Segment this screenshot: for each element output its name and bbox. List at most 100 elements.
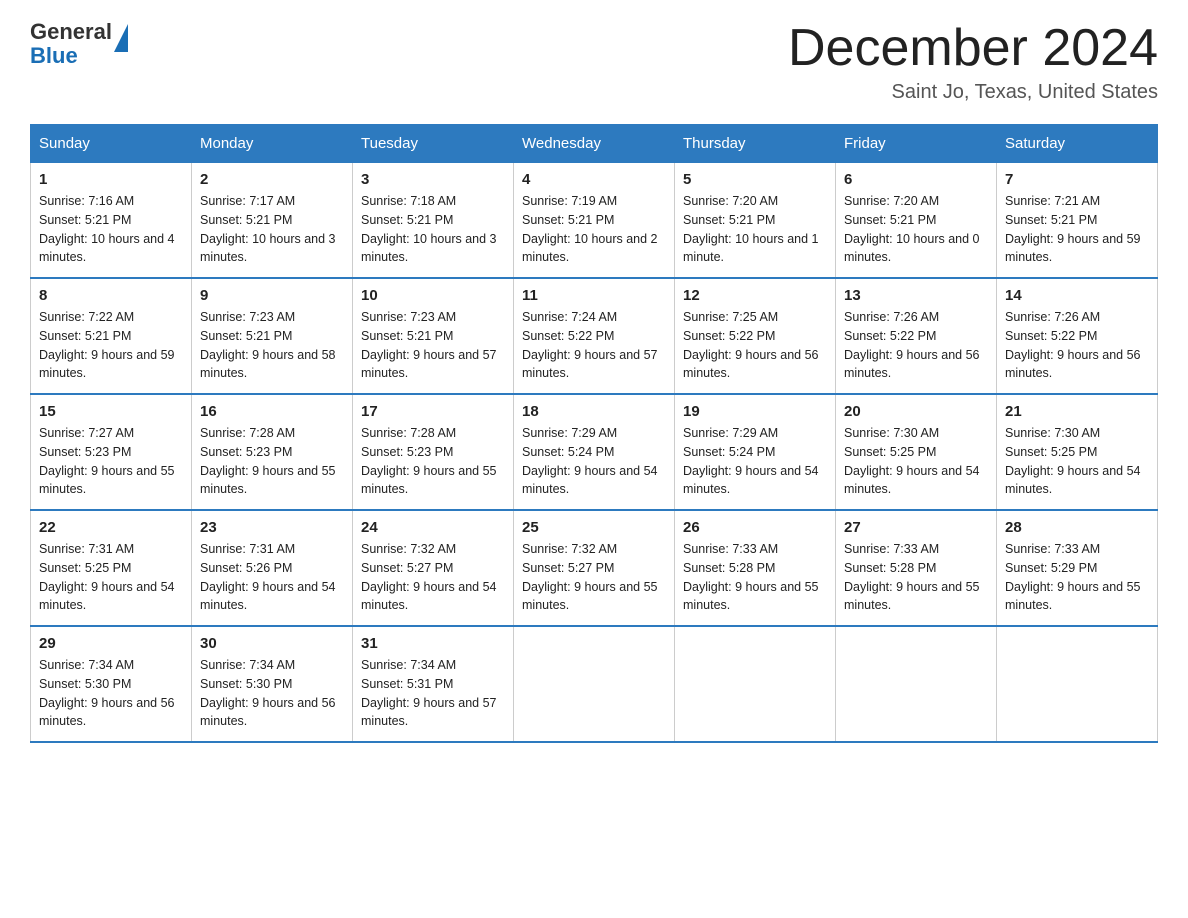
calendar-cell [675, 626, 836, 742]
day-info: Sunrise: 7:28 AMSunset: 5:23 PMDaylight:… [200, 424, 344, 499]
header-friday: Friday [836, 125, 997, 163]
header-wednesday: Wednesday [514, 125, 675, 163]
calendar-body: 1Sunrise: 7:16 AMSunset: 5:21 PMDaylight… [31, 163, 1158, 743]
week-row-1: 1Sunrise: 7:16 AMSunset: 5:21 PMDaylight… [31, 163, 1158, 279]
header-tuesday: Tuesday [353, 125, 514, 163]
week-row-5: 29 Sunrise: 7:34 AMSunset: 5:30 PMDayligh… [31, 626, 1158, 742]
calendar-cell: 23 Sunrise: 7:31 AMSunset: 5:26 PMDayligh… [192, 510, 353, 626]
calendar-cell: 4 Sunrise: 7:19 AMSunset: 5:21 PMDaylight… [514, 163, 675, 279]
calendar-cell: 10 Sunrise: 7:23 AMSunset: 5:21 PMDayligh… [353, 278, 514, 394]
day-info: Sunrise: 7:29 AMSunset: 5:24 PMDaylight:… [683, 424, 827, 499]
calendar-cell: 2 Sunrise: 7:17 AMSunset: 5:21 PMDaylight… [192, 163, 353, 279]
calendar-table: SundayMondayTuesdayWednesdayThursdayFrid… [30, 124, 1158, 743]
calendar-cell: 15Sunrise: 7:27 AMSunset: 5:23 PMDayligh… [31, 394, 192, 510]
day-info: Sunrise: 7:29 AMSunset: 5:24 PMDaylight:… [522, 424, 666, 499]
day-info: Sunrise: 7:18 AMSunset: 5:21 PMDaylight:… [361, 192, 505, 267]
day-info: Sunrise: 7:24 AMSunset: 5:22 PMDaylight:… [522, 308, 666, 383]
day-number: 20 [844, 403, 988, 420]
day-info: Sunrise: 7:33 AMSunset: 5:29 PMDaylight:… [1005, 540, 1149, 615]
calendar-cell: 1Sunrise: 7:16 AMSunset: 5:21 PMDaylight… [31, 163, 192, 279]
day-number: 27 [844, 519, 988, 536]
week-row-2: 8 Sunrise: 7:22 AMSunset: 5:21 PMDaylight… [31, 278, 1158, 394]
calendar-cell: 25Sunrise: 7:32 AMSunset: 5:27 PMDayligh… [514, 510, 675, 626]
calendar-cell: 31 Sunrise: 7:34 AMSunset: 5:31 PMDayligh… [353, 626, 514, 742]
calendar-cell: 22 Sunrise: 7:31 AMSunset: 5:25 PMDayligh… [31, 510, 192, 626]
calendar-cell: 27 Sunrise: 7:33 AMSunset: 5:28 PMDayligh… [836, 510, 997, 626]
day-number: 18 [522, 403, 666, 420]
day-number: 12 [683, 287, 827, 304]
day-number: 5 [683, 171, 827, 188]
day-info: Sunrise: 7:34 AMSunset: 5:30 PMDaylight:… [200, 656, 344, 731]
day-info: Sunrise: 7:28 AMSunset: 5:23 PMDaylight:… [361, 424, 505, 499]
day-number: 29 [39, 635, 183, 652]
calendar-cell: 8 Sunrise: 7:22 AMSunset: 5:21 PMDaylight… [31, 278, 192, 394]
day-info: Sunrise: 7:34 AMSunset: 5:30 PMDaylight:… [39, 656, 183, 731]
calendar-cell: 21 Sunrise: 7:30 AMSunset: 5:25 PMDayligh… [997, 394, 1158, 510]
calendar-cell: 6 Sunrise: 7:20 AMSunset: 5:21 PMDaylight… [836, 163, 997, 279]
logo-general-text: General [30, 20, 112, 44]
calendar-cell: 12Sunrise: 7:25 AMSunset: 5:22 PMDayligh… [675, 278, 836, 394]
day-number: 4 [522, 171, 666, 188]
calendar-cell: 16Sunrise: 7:28 AMSunset: 5:23 PMDayligh… [192, 394, 353, 510]
day-number: 19 [683, 403, 827, 420]
day-number: 13 [844, 287, 988, 304]
day-info: Sunrise: 7:17 AMSunset: 5:21 PMDaylight:… [200, 192, 344, 267]
page-header: General Blue December 2024 Saint Jo, Tex… [30, 20, 1158, 104]
calendar-cell: 13Sunrise: 7:26 AMSunset: 5:22 PMDayligh… [836, 278, 997, 394]
calendar-header: SundayMondayTuesdayWednesdayThursdayFrid… [31, 125, 1158, 163]
day-info: Sunrise: 7:19 AMSunset: 5:21 PMDaylight:… [522, 192, 666, 267]
day-info: Sunrise: 7:22 AMSunset: 5:21 PMDaylight:… [39, 308, 183, 383]
logo: General Blue [30, 20, 128, 68]
day-info: Sunrise: 7:31 AMSunset: 5:26 PMDaylight:… [200, 540, 344, 615]
calendar-cell: 5Sunrise: 7:20 AMSunset: 5:21 PMDaylight… [675, 163, 836, 279]
day-number: 23 [200, 519, 344, 536]
day-number: 15 [39, 403, 183, 420]
day-number: 8 [39, 287, 183, 304]
day-number: 9 [200, 287, 344, 304]
logo-triangle-icon [114, 24, 128, 52]
day-number: 2 [200, 171, 344, 188]
day-number: 28 [1005, 519, 1149, 536]
logo-text: General Blue [30, 20, 112, 68]
day-info: Sunrise: 7:33 AMSunset: 5:28 PMDaylight:… [683, 540, 827, 615]
day-number: 17 [361, 403, 505, 420]
calendar-cell: 19 Sunrise: 7:29 AMSunset: 5:24 PMDayligh… [675, 394, 836, 510]
calendar-cell: 18 Sunrise: 7:29 AMSunset: 5:24 PMDayligh… [514, 394, 675, 510]
calendar-cell [997, 626, 1158, 742]
header-saturday: Saturday [997, 125, 1158, 163]
calendar-cell: 14Sunrise: 7:26 AMSunset: 5:22 PMDayligh… [997, 278, 1158, 394]
day-number: 30 [200, 635, 344, 652]
calendar-cell: 9Sunrise: 7:23 AMSunset: 5:21 PMDaylight… [192, 278, 353, 394]
header-row: SundayMondayTuesdayWednesdayThursdayFrid… [31, 125, 1158, 163]
day-info: Sunrise: 7:30 AMSunset: 5:25 PMDaylight:… [844, 424, 988, 499]
title-section: December 2024 Saint Jo, Texas, United St… [788, 20, 1158, 104]
day-number: 6 [844, 171, 988, 188]
day-number: 26 [683, 519, 827, 536]
header-sunday: Sunday [31, 125, 192, 163]
header-monday: Monday [192, 125, 353, 163]
day-number: 25 [522, 519, 666, 536]
calendar-cell [836, 626, 997, 742]
calendar-cell: 26 Sunrise: 7:33 AMSunset: 5:28 PMDayligh… [675, 510, 836, 626]
day-number: 3 [361, 171, 505, 188]
day-number: 31 [361, 635, 505, 652]
header-thursday: Thursday [675, 125, 836, 163]
day-info: Sunrise: 7:32 AMSunset: 5:27 PMDaylight:… [361, 540, 505, 615]
day-info: Sunrise: 7:20 AMSunset: 5:21 PMDaylight:… [844, 192, 988, 267]
day-number: 11 [522, 287, 666, 304]
calendar-cell: 24Sunrise: 7:32 AMSunset: 5:27 PMDayligh… [353, 510, 514, 626]
calendar-cell [514, 626, 675, 742]
day-number: 10 [361, 287, 505, 304]
day-info: Sunrise: 7:30 AMSunset: 5:25 PMDaylight:… [1005, 424, 1149, 499]
day-info: Sunrise: 7:34 AMSunset: 5:31 PMDaylight:… [361, 656, 505, 731]
calendar-cell: 29 Sunrise: 7:34 AMSunset: 5:30 PMDayligh… [31, 626, 192, 742]
day-info: Sunrise: 7:23 AMSunset: 5:21 PMDaylight:… [361, 308, 505, 383]
day-info: Sunrise: 7:33 AMSunset: 5:28 PMDaylight:… [844, 540, 988, 615]
week-row-4: 22 Sunrise: 7:31 AMSunset: 5:25 PMDayligh… [31, 510, 1158, 626]
week-row-3: 15Sunrise: 7:27 AMSunset: 5:23 PMDayligh… [31, 394, 1158, 510]
day-info: Sunrise: 7:31 AMSunset: 5:25 PMDaylight:… [39, 540, 183, 615]
day-number: 21 [1005, 403, 1149, 420]
calendar-cell: 20 Sunrise: 7:30 AMSunset: 5:25 PMDayligh… [836, 394, 997, 510]
month-title: December 2024 [788, 20, 1158, 77]
day-number: 22 [39, 519, 183, 536]
